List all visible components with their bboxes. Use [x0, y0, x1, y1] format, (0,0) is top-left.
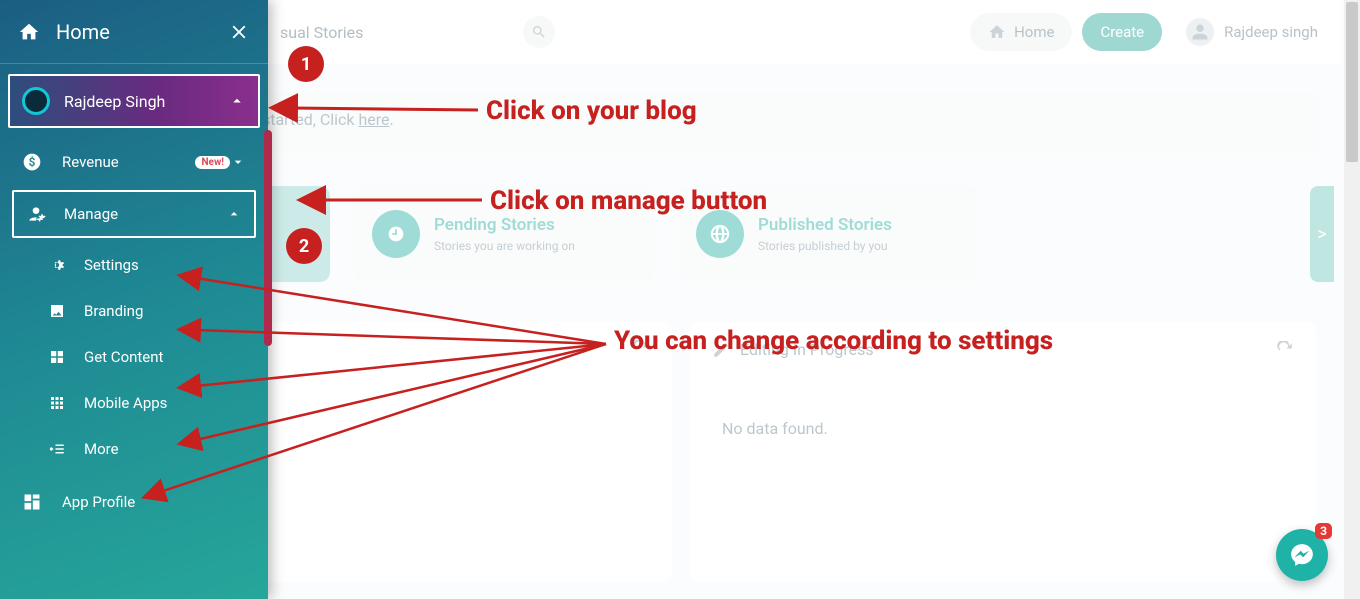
sidebar-sub-branding[interactable]: Branding: [0, 288, 268, 334]
panel-right-title: Editing In Progress: [740, 340, 874, 359]
annotation-number-1: 1: [288, 46, 324, 82]
annotation-number-2: 2: [286, 228, 322, 264]
tab-visual-stories[interactable]: sual Stories: [280, 23, 363, 42]
sidebar-sub-get-content[interactable]: Get Content: [0, 334, 268, 380]
refresh-icon[interactable]: [1276, 341, 1294, 359]
search-icon: [531, 24, 547, 40]
card-sub: Stories you are working on: [434, 239, 575, 253]
sidebar-item-label: Manage: [64, 205, 226, 223]
globe-icon: [696, 210, 744, 258]
user-avatar-icon: [1186, 18, 1214, 46]
blog-avatar-icon: [22, 87, 50, 115]
sidebar-item-label: Settings: [84, 256, 139, 274]
close-icon[interactable]: [228, 21, 250, 43]
sidebar-item-label: Mobile Apps: [84, 394, 167, 412]
user-name-label: Rajdeep singh: [1224, 23, 1318, 41]
scrollbar-thumb[interactable]: [1346, 2, 1358, 162]
sidebar-item-app-profile[interactable]: App Profile: [0, 478, 268, 526]
new-badge: New!: [195, 156, 230, 169]
create-pill-label: Create: [1100, 23, 1144, 41]
svg-text:$: $: [29, 155, 36, 169]
sidebar-item-label: Branding: [84, 302, 143, 320]
content-icon: [48, 348, 66, 366]
person-gear-icon: [26, 204, 46, 224]
sidebar-sub-mobile-apps[interactable]: Mobile Apps: [0, 380, 268, 426]
sidebar: Home Rajdeep Singh $ Revenue New! Manage…: [0, 0, 268, 599]
card-title: Pending Stories: [434, 215, 575, 235]
sidebar-home-label[interactable]: Home: [56, 20, 228, 44]
create-pill[interactable]: Create: [1082, 13, 1162, 51]
banner-suffix: .: [390, 110, 394, 129]
sidebar-item-manage[interactable]: Manage: [12, 190, 256, 238]
blog-selector[interactable]: Rajdeep Singh: [8, 74, 260, 128]
dollar-icon: $: [22, 152, 42, 172]
sidebar-header: Home: [0, 0, 268, 64]
gear-icon: [48, 256, 66, 274]
messenger-icon: [1289, 542, 1315, 568]
card-title: Published Stories: [758, 215, 892, 235]
sidebar-sub-more[interactable]: More: [0, 426, 268, 472]
messenger-fab[interactable]: 3: [1276, 529, 1328, 581]
sidebar-item-label: Get Content: [84, 348, 163, 366]
chevron-up-icon: [226, 206, 242, 222]
card-published-stories[interactable]: Published Stories Stories published by yo…: [678, 186, 978, 282]
image-icon: [48, 302, 66, 320]
sidebar-item-revenue[interactable]: $ Revenue New!: [0, 138, 268, 186]
sidebar-item-label: More: [84, 440, 119, 458]
blog-name-label: Rajdeep Singh: [64, 92, 228, 111]
apps-grid-icon: [48, 394, 66, 412]
refresh-icon[interactable]: [632, 340, 650, 358]
sidebar-scrollbar[interactable]: [264, 130, 272, 346]
dashboard-icon: [22, 492, 42, 512]
home-pill[interactable]: Home: [970, 13, 1072, 51]
banner-here-link[interactable]: here: [358, 110, 389, 129]
fab-badge: 3: [1315, 523, 1332, 539]
card-sub: Stories published by you: [758, 239, 892, 253]
panel-editing-progress: Editing In Progress No data found.: [690, 322, 1316, 582]
no-data-text: No data found.: [712, 419, 1294, 438]
more-icon: [48, 440, 66, 458]
cards-next-button[interactable]: >: [1310, 186, 1334, 282]
home-pill-label: Home: [1014, 23, 1054, 41]
stopwatch-icon: [372, 210, 420, 258]
card-pending-stories[interactable]: Pending Stories Stories you are working o…: [354, 186, 654, 282]
search-button[interactable]: [523, 16, 555, 48]
chevron-up-icon: [228, 92, 246, 110]
home-icon: [988, 23, 1006, 41]
page-scrollbar[interactable]: [1344, 0, 1360, 599]
user-chip[interactable]: Rajdeep singh: [1186, 18, 1318, 46]
home-icon: [18, 21, 40, 43]
sidebar-item-label: Revenue: [62, 153, 189, 171]
pencil-icon: [712, 341, 730, 359]
sidebar-sub-settings[interactable]: Settings: [0, 242, 268, 288]
sidebar-item-label: App Profile: [62, 493, 246, 511]
chevron-down-icon: [230, 154, 246, 170]
